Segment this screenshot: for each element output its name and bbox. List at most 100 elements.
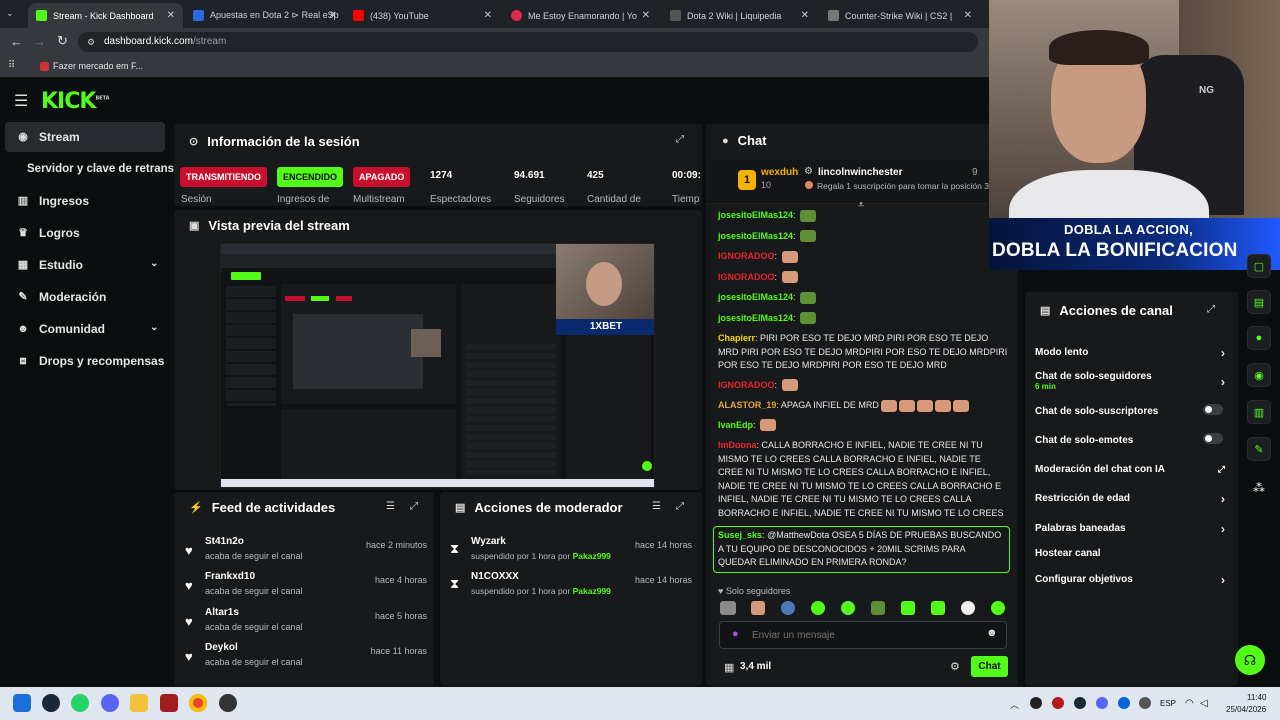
- tab-kick-dashboard[interactable]: Stream - Kick Dashboard ✕: [28, 3, 183, 28]
- stream-preview-video[interactable]: 1XBET: [220, 243, 655, 488]
- chat-username[interactable]: IGNORADOO: [718, 380, 775, 390]
- emote-icon[interactable]: [811, 601, 825, 615]
- chat-username[interactable]: Susej_sks: [718, 530, 762, 540]
- apps-icon[interactable]: ⁂: [1253, 481, 1265, 495]
- sidebar-item-server-key[interactable]: Servidor y clave de retransm: [5, 154, 177, 184]
- banned-words-item[interactable]: Palabras baneadas ›: [1035, 522, 1225, 536]
- language-indicator[interactable]: ESP: [1160, 699, 1176, 708]
- forward-icon[interactable]: →: [33, 34, 46, 49]
- moderator-name[interactable]: Pakaz999: [573, 551, 611, 561]
- chat-username[interactable]: ImDoona: [718, 440, 757, 450]
- steam-icon[interactable]: [42, 694, 60, 712]
- reload-icon[interactable]: ↻: [57, 33, 68, 49]
- close-tab-icon[interactable]: ✕: [964, 10, 972, 21]
- emote-icon[interactable]: [751, 601, 765, 615]
- emote-icon[interactable]: [871, 601, 885, 615]
- chat-username[interactable]: Chapierr: [718, 333, 755, 343]
- follower-name[interactable]: Altar1s: [205, 607, 239, 618]
- follower-name[interactable]: St41n2o: [205, 536, 244, 547]
- menu-icon[interactable]: ☰: [14, 91, 28, 111]
- top-gifter-name[interactable]: wexduh: [761, 167, 798, 178]
- bluetooth-icon[interactable]: [1118, 697, 1130, 709]
- subs-only-toggle[interactable]: [1203, 404, 1223, 415]
- emote-icon[interactable]: [781, 601, 795, 615]
- emote-icon[interactable]: [901, 601, 915, 615]
- emote-icon[interactable]: [991, 601, 1005, 615]
- chat-username[interactable]: IGNORADOO: [718, 272, 775, 282]
- chat-username[interactable]: IGNORADOO: [718, 251, 775, 261]
- tab-dota-wiki[interactable]: Dota 2 Wiki | Liquipedia ✕: [662, 3, 817, 28]
- follower-name[interactable]: Frankxd10: [205, 571, 255, 582]
- microphone-icon[interactable]: ●: [732, 628, 739, 640]
- app-icon[interactable]: [219, 694, 237, 712]
- app-icon[interactable]: [160, 694, 178, 712]
- expand-icon[interactable]: ⤢: [1207, 304, 1215, 315]
- clipboard-icon[interactable]: ▤: [1247, 290, 1271, 314]
- chrome-icon[interactable]: [189, 694, 207, 712]
- close-tab-icon[interactable]: ✕: [329, 10, 337, 21]
- discord-icon[interactable]: [101, 694, 119, 712]
- emote-icon[interactable]: [961, 601, 975, 615]
- chat-username[interactable]: IvanEdp: [718, 420, 753, 430]
- expand-icon[interactable]: ⤢: [676, 134, 684, 145]
- chat-username[interactable]: josesitoElMas124: [718, 292, 793, 302]
- chat-message-input[interactable]: [752, 627, 972, 643]
- close-tab-icon[interactable]: ✕: [801, 10, 809, 21]
- volume-icon[interactable]: ◁: [1200, 698, 1208, 709]
- apps-grid-icon[interactable]: ⠿: [8, 60, 15, 71]
- tray-steam-icon[interactable]: [1074, 697, 1086, 709]
- user-card-icon[interactable]: ▥: [1247, 400, 1271, 424]
- expand-icon[interactable]: ⤢: [410, 501, 418, 512]
- tab-music[interactable]: Me Estoy Enamorando | Yo ✕: [503, 3, 658, 28]
- expand-icon[interactable]: ⤢: [676, 501, 684, 512]
- goals-item[interactable]: Configurar objetivos ›: [1035, 573, 1225, 587]
- tray-expand-icon[interactable]: ︿: [1010, 698, 1019, 711]
- tab-cs-wiki[interactable]: Counter-Strike Wiki | CS2 | Liqu ✕: [820, 3, 980, 28]
- site-info-icon[interactable]: ⚙: [87, 32, 95, 52]
- settings-gear-icon[interactable]: ⚙: [950, 660, 960, 673]
- url-bar[interactable]: ⚙ dashboard.kick.com/stream: [78, 32, 978, 52]
- suspended-user[interactable]: Wyzark: [471, 536, 506, 547]
- close-tab-icon[interactable]: ✕: [642, 10, 650, 21]
- tray-app-icon[interactable]: [1139, 697, 1151, 709]
- tray-app-icon[interactable]: [1030, 697, 1042, 709]
- clock-date[interactable]: 25/04/2026: [1226, 705, 1266, 714]
- network-icon[interactable]: ◠: [1185, 698, 1194, 709]
- tab-search-icon[interactable]: ⌄: [6, 8, 14, 19]
- host-channel-item[interactable]: Hostear canal: [1035, 548, 1225, 559]
- kick-logo[interactable]: KICKBETA: [41, 89, 110, 114]
- emote-icon[interactable]: [720, 601, 736, 615]
- age-restriction-item[interactable]: Restricción de edad ›: [1035, 492, 1225, 506]
- chat-send-button[interactable]: Chat: [971, 656, 1008, 677]
- chat-username[interactable]: josesitoElMas124: [718, 231, 793, 241]
- close-tab-icon[interactable]: ✕: [484, 10, 492, 21]
- ai-moderation-item[interactable]: Moderación del chat con IA ⤢: [1035, 464, 1225, 475]
- moderator-name[interactable]: Pakaz999: [573, 586, 611, 596]
- chat-username[interactable]: josesitoElMas124: [718, 210, 793, 220]
- wrench-icon[interactable]: ✎: [1247, 437, 1271, 461]
- tray-app-icon[interactable]: [1052, 697, 1064, 709]
- gift-prompt[interactable]: Regala 1 suscripción para tomar la posic…: [817, 181, 989, 191]
- slow-mode-item[interactable]: Modo lento ›: [1035, 346, 1225, 360]
- sidebar-item-moderacion[interactable]: ✎ Moderación: [5, 282, 165, 312]
- tray-discord-icon[interactable]: [1096, 697, 1108, 709]
- bookmark-link[interactable]: Fazer mercado em F...: [53, 61, 143, 71]
- emote-icon[interactable]: [841, 601, 855, 615]
- sidebar-item-ingresos[interactable]: ▥ Ingresos: [5, 186, 165, 216]
- gifter-name[interactable]: lincolnwinchester: [818, 167, 902, 178]
- emotes-only-toggle[interactable]: [1203, 433, 1223, 444]
- filter-icon[interactable]: ☰: [652, 501, 661, 512]
- whatsapp-icon[interactable]: [71, 694, 89, 712]
- follower-name[interactable]: Deykol: [205, 642, 238, 653]
- tab-youtube[interactable]: (438) YouTube ✕: [345, 3, 500, 28]
- sidebar-item-logros[interactable]: ♛ Logros: [5, 218, 165, 248]
- file-explorer-icon[interactable]: [130, 694, 148, 712]
- chat-bubble-icon[interactable]: ●: [1247, 326, 1271, 350]
- sidebar-item-drops[interactable]: ⧈ Drops y recompensas: [5, 346, 165, 376]
- emoji-icon[interactable]: ☻: [986, 627, 998, 639]
- chat-input-box[interactable]: ● ☻: [719, 621, 1007, 649]
- sidebar-item-estudio[interactable]: ▦ Estudio ⌄: [5, 250, 165, 280]
- windows-start-icon[interactable]: [13, 694, 31, 712]
- sidebar-item-comunidad[interactable]: ☻ Comunidad ⌄: [5, 314, 165, 344]
- chat-username[interactable]: josesitoElMas124: [718, 313, 793, 323]
